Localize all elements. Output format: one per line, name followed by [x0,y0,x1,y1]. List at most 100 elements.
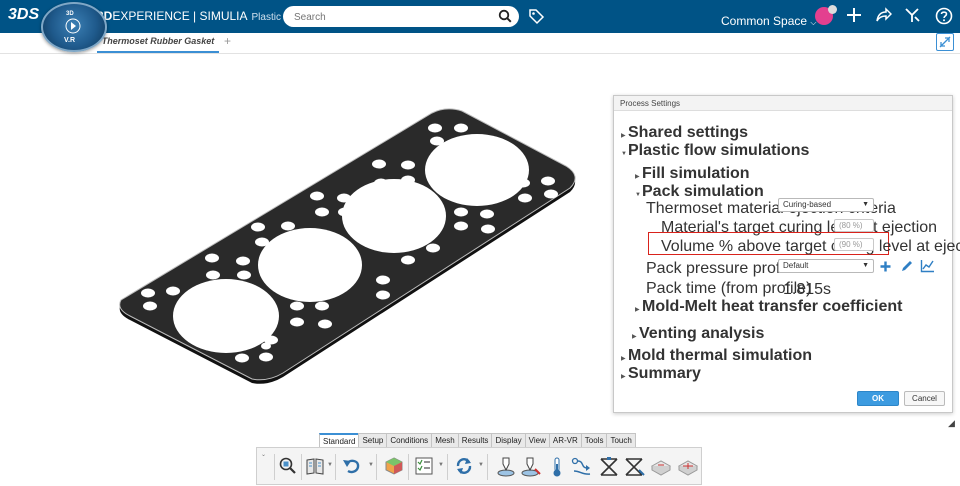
flow-icon[interactable] [571,456,593,478]
volume-above-target-field[interactable]: (90 %) [834,238,874,251]
gasket-3d-model[interactable] [0,53,600,433]
ok-button[interactable]: OK [857,391,899,406]
zoom-fit-icon[interactable] [278,456,298,476]
pack-sim-label: Pack simulation [642,183,764,200]
cylinder-bore [258,228,362,302]
add-icon[interactable] [846,7,862,23]
space-label: Common Space [721,14,808,28]
add-profile-icon[interactable] [879,260,892,273]
section-mold-thermal[interactable]: ▶ Mold thermal simulation [621,347,812,365]
chevron-down-icon: ▼ [862,201,869,208]
venting-label: Venting analysis [639,325,765,342]
tab-mesh[interactable]: Mesh [431,433,459,447]
tab-touch[interactable]: Touch [606,433,636,447]
help-icon[interactable] [935,7,953,25]
undo-icon[interactable] [342,456,362,476]
tab-tools[interactable]: Tools [580,433,608,447]
tab-strip: Thermoset Rubber Gasket + [0,33,960,54]
section-shared-settings[interactable]: ▶ Shared settings [621,124,748,142]
panel-title: Process Settings [614,96,952,111]
pack-time-value: 1.815s [783,281,832,298]
cancel-button[interactable]: Cancel [904,391,945,406]
probe-icon[interactable] [520,456,542,478]
avatar-badge [828,5,837,14]
share-icon[interactable] [875,7,892,23]
tab-conditions[interactable]: Conditions [386,433,433,447]
chevron-down-icon[interactable]: ▼ [327,462,333,468]
valve-gate-icon[interactable] [623,456,645,478]
top-bar: 3DS 3DEXPERIENCE | SIMULIA Plastic Inj...… [0,0,960,33]
search-input[interactable] [292,9,496,26]
mold-icon[interactable] [650,456,672,478]
update-icon[interactable] [454,456,474,476]
add-tab-button[interactable]: + [224,34,231,48]
resize-handle-icon[interactable]: ◢ [948,418,955,429]
summary-label: Summary [628,365,701,382]
action-bar-tabs: Standard Setup Conditions Mesh Results D… [319,433,636,447]
caret-down-icon: ▼ [621,151,627,157]
plastic-flow-label: Plastic flow simulations [628,142,810,159]
section-venting[interactable]: ▶ Venting analysis [632,325,764,343]
tab-thermoset-rubber-gasket[interactable]: Thermoset Rubber Gasket [97,33,219,53]
space-selector[interactable]: Common Space ⌵ [721,14,816,28]
brand-rest: EXPERIENCE | SIMULIA [112,9,248,23]
ejection-criteria-select[interactable]: Curing-based ▼ [778,198,874,212]
mold-section-icon[interactable] [677,456,699,478]
chevron-down-icon: ▼ [862,262,869,269]
section-summary[interactable]: ▶ Summary [621,365,701,383]
ejection-criteria-value: Curing-based [783,200,832,209]
search-icon[interactable] [498,9,512,23]
caret-right-icon: ▶ [632,334,637,340]
section-pack-simulation[interactable]: ▼Pack simulation [635,183,764,201]
section-heat-transfer[interactable]: ▶ Mold-Melt heat transfer coefficient [635,298,902,316]
checklist-icon[interactable] [414,456,434,476]
pack-pressure-select[interactable]: Default ▼ [778,259,874,273]
tag-icon[interactable] [528,8,545,25]
search-box[interactable] [283,6,519,27]
material-icon[interactable] [384,456,404,476]
injection-location-icon[interactable] [496,456,516,478]
fill-sim-label: Fill simulation [642,165,750,182]
action-bar: ⌄ ▼ ▼ ▼ ▼ [256,447,702,485]
tab-standard[interactable]: Standard [319,433,360,447]
ds-logo: 3DS [8,6,40,23]
section-fill-simulation[interactable]: ▶ Fill simulation [635,165,750,183]
caret-right-icon: ▶ [621,133,626,139]
shared-settings-label: Shared settings [628,124,749,141]
tab-display[interactable]: Display [491,433,526,447]
mold-thermal-label: Mold thermal simulation [628,347,813,364]
collapse-icon [939,36,951,48]
edit-profile-icon[interactable] [900,259,914,273]
section-plastic-flow[interactable]: ▼Plastic flow simulations [621,142,809,160]
chevron-down-icon[interactable]: ▼ [368,462,374,468]
valve-icon[interactable] [598,456,620,478]
thermometer-icon[interactable] [550,456,564,478]
caret-down-icon: ▼ [635,192,641,198]
chevron-down-icon[interactable]: ▼ [438,462,444,468]
caret-right-icon: ▶ [635,307,640,313]
plot-profile-icon[interactable] [920,259,935,273]
chevron-down-icon[interactable]: ▼ [478,462,484,468]
caret-right-icon: ▶ [621,356,626,362]
pack-pressure-value: Default [783,261,809,270]
caret-right-icon: ▶ [635,174,640,180]
brand-title: 3DEXPERIENCE | SIMULIA Plastic Inj... [97,9,303,23]
compass-icon[interactable]: 3D V.R [41,2,107,52]
pack-pressure-label: Pack pressure profile [646,260,797,277]
tab-results[interactable]: Results [457,433,493,447]
tools-icon[interactable] [904,7,921,24]
tab-view[interactable]: View [524,433,550,447]
tab-setup[interactable]: Setup [358,433,388,447]
collapse-button[interactable] [936,33,954,51]
heat-transfer-label: Mold-Melt heat transfer coefficient [642,298,903,315]
cylinder-bore [342,179,446,253]
volume-above-target-label: Volume % above target curing level at ej… [661,238,960,255]
cylinder-bore [173,279,279,353]
compass-top: 3D [66,11,74,17]
book-icon[interactable] [305,456,325,476]
target-curing-field[interactable]: (80 %) [834,219,874,232]
tab-ar-vr[interactable]: AR-VR [548,433,582,447]
chevron-down-icon[interactable]: ⌄ [261,451,266,458]
compass-bottom: V.R [64,37,76,44]
caret-right-icon: ▶ [621,374,626,380]
